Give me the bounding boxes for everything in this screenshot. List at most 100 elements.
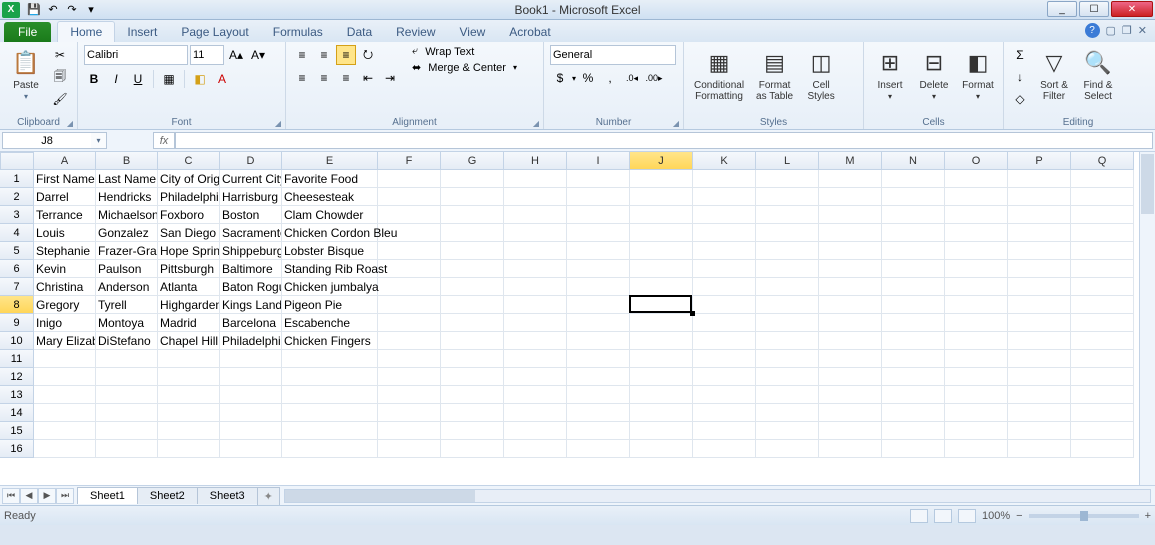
cell-N11[interactable] — [882, 350, 945, 368]
cell-F8[interactable] — [378, 296, 441, 314]
tab-page-layout[interactable]: Page Layout — [169, 22, 260, 42]
cell-L7[interactable] — [756, 278, 819, 296]
cell-H8[interactable] — [504, 296, 567, 314]
row-header-4[interactable]: 4 — [0, 224, 34, 242]
cell-M9[interactable] — [819, 314, 882, 332]
cell-Q12[interactable] — [1071, 368, 1134, 386]
cell-O14[interactable] — [945, 404, 1008, 422]
col-header-F[interactable]: F — [378, 152, 441, 170]
cell-I16[interactable] — [567, 440, 630, 458]
zoom-slider-thumb[interactable] — [1080, 511, 1088, 521]
cell-H7[interactable] — [504, 278, 567, 296]
cell-O12[interactable] — [945, 368, 1008, 386]
cell-H5[interactable] — [504, 242, 567, 260]
cell-B3[interactable]: Michaelson — [96, 206, 158, 224]
cell-N10[interactable] — [882, 332, 945, 350]
col-header-O[interactable]: O — [945, 152, 1008, 170]
font-launcher-icon[interactable]: ◢ — [275, 119, 281, 128]
row-header-7[interactable]: 7 — [0, 278, 34, 296]
cell-I9[interactable] — [567, 314, 630, 332]
cell-K3[interactable] — [693, 206, 756, 224]
cell-N12[interactable] — [882, 368, 945, 386]
cell-B7[interactable]: Anderson — [96, 278, 158, 296]
cell-Q6[interactable] — [1071, 260, 1134, 278]
new-sheet-button[interactable]: ✦ — [257, 487, 280, 505]
cell-C3[interactable]: Foxboro — [158, 206, 220, 224]
find-select-button[interactable]: 🔍Find & Select — [1078, 45, 1118, 104]
cell-I7[interactable] — [567, 278, 630, 296]
sheet-nav-last-icon[interactable]: ⏭ — [56, 488, 74, 504]
cell-A11[interactable] — [34, 350, 96, 368]
row-header-1[interactable]: 1 — [0, 170, 34, 188]
cell-I8[interactable] — [567, 296, 630, 314]
cell-M16[interactable] — [819, 440, 882, 458]
page-break-view-icon[interactable] — [958, 509, 976, 523]
cell-P3[interactable] — [1008, 206, 1071, 224]
cell-H16[interactable] — [504, 440, 567, 458]
cell-K2[interactable] — [693, 188, 756, 206]
cell-D16[interactable] — [220, 440, 282, 458]
cell-J2[interactable] — [630, 188, 693, 206]
cell-N5[interactable] — [882, 242, 945, 260]
cell-A5[interactable]: Stephanie — [34, 242, 96, 260]
cell-D2[interactable]: Harrisburg — [220, 188, 282, 206]
cell-D8[interactable]: Kings Landing — [220, 296, 282, 314]
cell-N16[interactable] — [882, 440, 945, 458]
cell-A6[interactable]: Kevin — [34, 260, 96, 278]
cell-C9[interactable]: Madrid — [158, 314, 220, 332]
vertical-scrollbar[interactable] — [1139, 152, 1155, 485]
cell-A8[interactable]: Gregory — [34, 296, 96, 314]
cell-J8[interactable] — [630, 296, 693, 314]
col-header-G[interactable]: G — [441, 152, 504, 170]
cell-H15[interactable] — [504, 422, 567, 440]
cell-F3[interactable] — [378, 206, 441, 224]
cell-D14[interactable] — [220, 404, 282, 422]
cell-H4[interactable] — [504, 224, 567, 242]
cell-N1[interactable] — [882, 170, 945, 188]
cell-I15[interactable] — [567, 422, 630, 440]
align-right-icon[interactable]: ≡ — [336, 68, 356, 88]
cell-F16[interactable] — [378, 440, 441, 458]
restore-window-icon[interactable]: ❐ — [1122, 24, 1132, 37]
cell-L14[interactable] — [756, 404, 819, 422]
cell-B14[interactable] — [96, 404, 158, 422]
cell-M4[interactable] — [819, 224, 882, 242]
cell-H9[interactable] — [504, 314, 567, 332]
fx-icon[interactable]: fx — [153, 132, 175, 149]
cell-E10[interactable]: Chicken Fingers — [282, 332, 378, 350]
cell-O2[interactable] — [945, 188, 1008, 206]
align-top-icon[interactable]: ≡ — [292, 45, 312, 65]
hscroll-thumb[interactable] — [285, 490, 475, 502]
cell-J11[interactable] — [630, 350, 693, 368]
font-color-icon[interactable]: A — [212, 69, 232, 89]
cell-D5[interactable]: Shippeburg — [220, 242, 282, 260]
cell-G15[interactable] — [441, 422, 504, 440]
cell-C4[interactable]: San Diego — [158, 224, 220, 242]
row-header-6[interactable]: 6 — [0, 260, 34, 278]
cell-A1[interactable]: First Name — [34, 170, 96, 188]
cell-K7[interactable] — [693, 278, 756, 296]
maximize-button[interactable]: ☐ — [1079, 1, 1109, 17]
cell-N4[interactable] — [882, 224, 945, 242]
cell-B13[interactable] — [96, 386, 158, 404]
cell-O10[interactable] — [945, 332, 1008, 350]
cell-O3[interactable] — [945, 206, 1008, 224]
cell-I4[interactable] — [567, 224, 630, 242]
cell-A7[interactable]: Christina — [34, 278, 96, 296]
help-icon[interactable]: ? — [1085, 23, 1100, 38]
cell-E4[interactable]: Chicken Cordon Bleu — [282, 224, 378, 242]
row-header-11[interactable]: 11 — [0, 350, 34, 368]
cell-L6[interactable] — [756, 260, 819, 278]
row-header-3[interactable]: 3 — [0, 206, 34, 224]
cell-P12[interactable] — [1008, 368, 1071, 386]
sheet-tab-sheet2[interactable]: Sheet2 — [137, 487, 198, 504]
cell-G4[interactable] — [441, 224, 504, 242]
sheet-tab-sheet3[interactable]: Sheet3 — [197, 487, 258, 504]
cell-C8[interactable]: Highgarden — [158, 296, 220, 314]
cell-F12[interactable] — [378, 368, 441, 386]
cell-H12[interactable] — [504, 368, 567, 386]
cell-L9[interactable] — [756, 314, 819, 332]
cell-C2[interactable]: Philadelphia — [158, 188, 220, 206]
cell-I14[interactable] — [567, 404, 630, 422]
decrease-decimal-icon[interactable]: .00▸ — [644, 68, 664, 88]
